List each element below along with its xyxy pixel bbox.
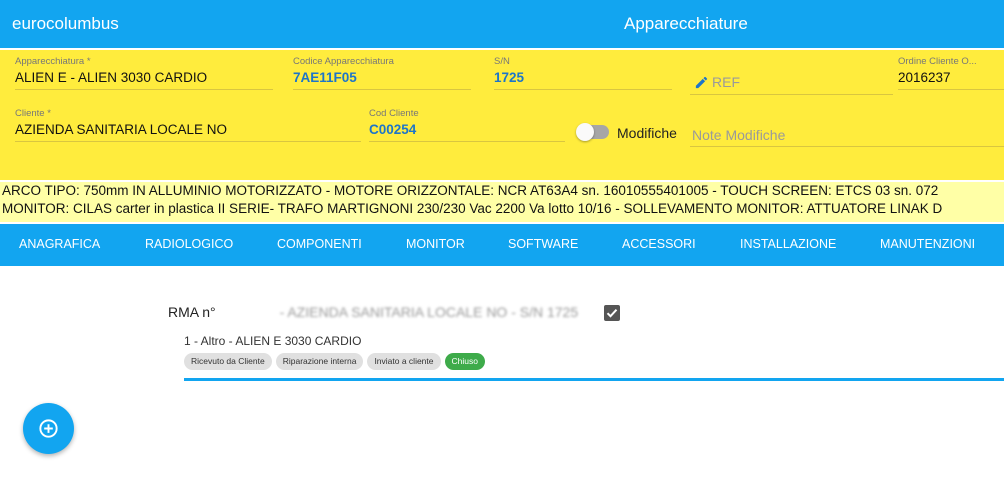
tab-accessori[interactable]: ACCESSORI bbox=[622, 237, 696, 251]
rma-item: 1 - Altro - ALIEN E 3030 CARDIO bbox=[184, 334, 362, 348]
codice-underline bbox=[293, 89, 471, 90]
sn-value[interactable]: 1725 bbox=[494, 70, 524, 85]
tab-componenti[interactable]: COMPONENTI bbox=[277, 237, 362, 251]
apparecchiatura-value[interactable]: ALIEN E - ALIEN 3030 CARDIO bbox=[15, 70, 207, 85]
rma-prefix: RMA n° bbox=[168, 304, 216, 320]
cliente-label: Cliente * bbox=[15, 108, 51, 119]
status-chip-chiuso[interactable]: Chiuso bbox=[444, 353, 485, 370]
ref-placeholder: REF bbox=[712, 74, 740, 90]
status-chip-riparazione[interactable]: Riparazione interna bbox=[275, 353, 364, 370]
equipment-form: Apparecchiatura * ALIEN E - ALIEN 3030 C… bbox=[0, 50, 1004, 180]
sn-label: S/N bbox=[494, 56, 510, 67]
ordine-value[interactable]: 2016237 bbox=[898, 70, 977, 85]
toggle-knob[interactable] bbox=[576, 123, 594, 141]
cod-cliente-label: Cod Cliente bbox=[369, 108, 419, 119]
apparecchiatura-field[interactable]: Apparecchiatura * ALIEN E - ALIEN 3030 C… bbox=[15, 56, 273, 90]
app-header: eurocolumbus Apparecchiature bbox=[0, 0, 1004, 48]
pencil-icon[interactable] bbox=[694, 75, 709, 90]
rma-divider bbox=[184, 378, 1004, 381]
cliente-field[interactable]: Cliente * AZIENDA SANITARIA LOCALE NO bbox=[15, 108, 361, 142]
app-brand[interactable]: eurocolumbus bbox=[12, 14, 119, 34]
add-circle-icon bbox=[39, 419, 58, 438]
sn-field[interactable]: S/N 1725 bbox=[494, 56, 672, 90]
codice-value[interactable]: 7AE11F05 bbox=[293, 70, 394, 85]
modifiche-toggle[interactable] bbox=[576, 123, 609, 141]
rma-title: RMA n° - AZIENDA SANITARIA LOCALE NO - S/… bbox=[168, 304, 578, 320]
equipment-description-banner: ARCO TIPO: 750mm IN ALLUMINIO MOTORIZZAT… bbox=[0, 182, 1004, 222]
description-line-1: ARCO TIPO: 750mm IN ALLUMINIO MOTORIZZAT… bbox=[2, 183, 939, 198]
cod-cliente-underline bbox=[369, 141, 565, 142]
tab-manutenzioni[interactable]: MANUTENZIONI bbox=[880, 237, 975, 251]
tab-bar: ANAGRAFICA RADIOLOGICO COMPONENTI MONITO… bbox=[0, 224, 1004, 266]
cliente-value[interactable]: AZIENDA SANITARIA LOCALE NO bbox=[15, 122, 227, 137]
tab-anagrafica[interactable]: ANAGRAFICA bbox=[19, 237, 100, 251]
rma-checkbox[interactable] bbox=[604, 305, 620, 321]
ordine-label: Ordine Cliente O... bbox=[898, 56, 977, 67]
ordine-cliente-field[interactable]: Ordine Cliente O... 2016237 bbox=[898, 56, 1004, 90]
note-underline bbox=[690, 146, 1004, 147]
note-modifiche-input[interactable]: Note Modifiche bbox=[692, 127, 785, 143]
status-chip-inviato[interactable]: Inviato a cliente bbox=[367, 353, 441, 370]
rma-details: - AZIENDA SANITARIA LOCALE NO - S/N 1725 bbox=[279, 304, 579, 320]
tab-installazione[interactable]: INSTALLAZIONE bbox=[740, 237, 836, 251]
tab-radiologico[interactable]: RADIOLOGICO bbox=[145, 237, 233, 251]
rma-status-chips: Ricevuto da Cliente Riparazione interna In… bbox=[184, 353, 489, 371]
codice-apparecchiatura-field[interactable]: Codice Apparecchiatura 7AE11F05 bbox=[293, 56, 471, 90]
tab-monitor[interactable]: MONITOR bbox=[406, 237, 465, 251]
sn-underline bbox=[494, 89, 672, 90]
cod-cliente-value[interactable]: C00254 bbox=[369, 122, 419, 137]
cod-cliente-field[interactable]: Cod Cliente C00254 bbox=[369, 108, 565, 142]
cliente-underline bbox=[15, 141, 361, 142]
ref-field[interactable]: REF bbox=[694, 74, 740, 90]
page-title: Apparecchiature bbox=[624, 14, 748, 33]
add-button[interactable] bbox=[23, 403, 74, 454]
tab-software[interactable]: SOFTWARE bbox=[508, 237, 578, 251]
ordine-underline bbox=[898, 89, 1004, 90]
description-line-2: MONITOR: CILAS carter in plastica II SER… bbox=[2, 201, 943, 216]
modifiche-label: Modifiche bbox=[617, 125, 677, 141]
codice-label: Codice Apparecchiatura bbox=[293, 56, 394, 67]
apparecchiatura-underline bbox=[15, 89, 273, 90]
status-chip-ricevuto[interactable]: Ricevuto da Cliente bbox=[184, 353, 272, 370]
checkbox-checked-icon bbox=[606, 309, 618, 318]
apparecchiatura-label: Apparecchiatura * bbox=[15, 56, 91, 67]
ref-underline bbox=[690, 94, 893, 95]
